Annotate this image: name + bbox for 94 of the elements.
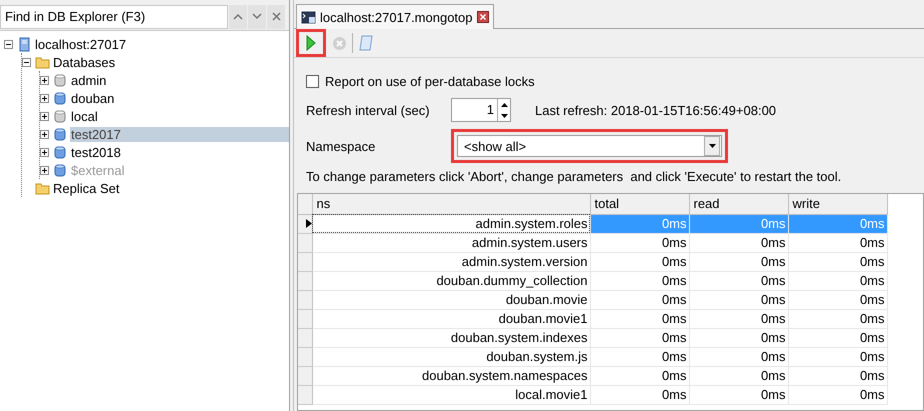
table-cell: douban.movie1: [312, 309, 590, 328]
table-cell: 0ms: [689, 328, 788, 347]
table-cell: 0ms: [788, 214, 887, 233]
last-refresh-text: Last refresh: 2018-01-15T16:56:49+08:00: [535, 102, 776, 118]
table-cell: douban.dummy_collection: [312, 271, 590, 290]
checkbox-label: Report on use of per-database locks: [325, 74, 535, 88]
tree-item[interactable]: admin: [70, 72, 108, 88]
checkbox[interactable]: [306, 74, 319, 88]
database-icon: [53, 162, 68, 178]
table-cell: 0ms: [689, 252, 788, 271]
database-icon: [53, 126, 68, 142]
dropdown-arrow-icon[interactable]: [708, 144, 716, 148]
tree-item[interactable]: Replica Set: [52, 180, 120, 196]
server-icon: [17, 36, 32, 52]
table-cell: 0ms: [590, 328, 689, 347]
table-cell: 0ms: [689, 233, 788, 252]
table-cell: admin.system.users: [312, 233, 590, 252]
tab[interactable]: localhost:27017.mongotop: [296, 4, 494, 29]
console-icon: [301, 10, 316, 24]
down-arrow-icon[interactable]: [500, 114, 508, 118]
close-icon[interactable]: [476, 11, 489, 23]
next-button[interactable]: [248, 4, 266, 28]
current-row-icon: [306, 219, 312, 228]
table-cell: 0ms: [788, 366, 887, 385]
expand-icon[interactable]: [40, 94, 49, 102]
play-icon: [306, 35, 316, 51]
close-icon: [272, 12, 280, 21]
table-cell: 0ms: [689, 290, 788, 309]
namespace-dropdown[interactable]: <show all>: [457, 135, 722, 157]
table-cell: 0ms: [788, 309, 887, 328]
table-cell: 0ms: [590, 233, 689, 252]
script-icon: [359, 35, 373, 51]
field-label: Refresh interval (sec): [306, 102, 431, 118]
table-cell: douban.system.indexes: [312, 328, 590, 347]
table-cell: 0ms: [590, 290, 689, 309]
tab-label[interactable]: localhost:27017.mongotop: [320, 10, 473, 24]
tree-item[interactable]: test2017: [70, 126, 289, 142]
table-cell: 0ms: [788, 233, 887, 252]
database-icon: [53, 72, 68, 88]
database-icon: [53, 144, 68, 160]
tree-item[interactable]: localhost:27017: [34, 36, 128, 52]
up-arrow-icon[interactable]: [500, 102, 508, 106]
table-cell: 0ms: [590, 271, 689, 290]
table-cell: 0ms: [788, 290, 887, 309]
table-cell: douban.system.js: [312, 347, 590, 366]
row-header[interactable]: [298, 214, 312, 233]
table-cell: 0ms: [689, 347, 788, 366]
column-header[interactable]: ns: [312, 194, 590, 214]
table-cell: 0ms: [788, 328, 887, 347]
table-cell: 0ms: [590, 366, 689, 385]
tree-item[interactable]: douban: [70, 90, 116, 106]
table-cell: 0ms: [689, 271, 788, 290]
table-cell: local.movie1: [312, 385, 590, 404]
table-cell: 0ms: [590, 385, 689, 404]
database-icon: [53, 108, 68, 124]
expand-icon[interactable]: [40, 76, 49, 84]
database-icon: [53, 90, 68, 106]
tree-item[interactable]: local: [70, 108, 99, 124]
field-label: Namespace: [306, 138, 376, 154]
table-cell: 0ms: [689, 366, 788, 385]
folder-icon: [35, 54, 50, 70]
tree-item[interactable]: Databases: [52, 54, 116, 70]
table-cell: 0ms: [590, 347, 689, 366]
search-field[interactable]: Find in DB Explorer (F3): [0, 4, 228, 28]
spinner-field[interactable]: 1: [451, 98, 511, 122]
expand-icon[interactable]: [40, 148, 49, 156]
column-header[interactable]: write: [788, 194, 887, 214]
hint-text: To change parameters click 'Abort', change parameters and click 'Execute' to restart the tool.: [306, 169, 842, 184]
stop-icon: [332, 36, 346, 50]
column-header[interactable]: read: [689, 194, 788, 214]
column-header[interactable]: total: [590, 194, 689, 214]
previous-button[interactable]: [229, 4, 247, 28]
table-cell: 0ms: [788, 271, 887, 290]
expand-icon[interactable]: [40, 130, 49, 138]
table-cell: douban.movie: [312, 290, 590, 309]
folder-icon: [35, 180, 50, 196]
table-cell: 0ms: [590, 309, 689, 328]
tree-item[interactable]: test2018: [70, 144, 122, 160]
table-cell: 0ms: [590, 214, 689, 233]
table-cell: 0ms: [689, 385, 788, 404]
table-cell: 0ms: [689, 309, 788, 328]
table-cell: 0ms: [788, 252, 887, 271]
table-cell: douban.system.namespaces: [312, 366, 590, 385]
collapse-icon[interactable]: [22, 58, 31, 66]
table-cell: 0ms: [590, 252, 689, 271]
expand-icon[interactable]: [40, 112, 49, 120]
table-cell: admin.system.roles: [312, 214, 590, 233]
table-cell: 0ms: [689, 214, 788, 233]
collapse-icon[interactable]: [4, 40, 13, 48]
table-cell: 0ms: [788, 385, 887, 404]
table-cell: 0ms: [788, 347, 887, 366]
run-button[interactable]: [296, 29, 326, 57]
table-cell: admin.system.version: [312, 252, 590, 271]
close-button[interactable]: [267, 4, 285, 28]
